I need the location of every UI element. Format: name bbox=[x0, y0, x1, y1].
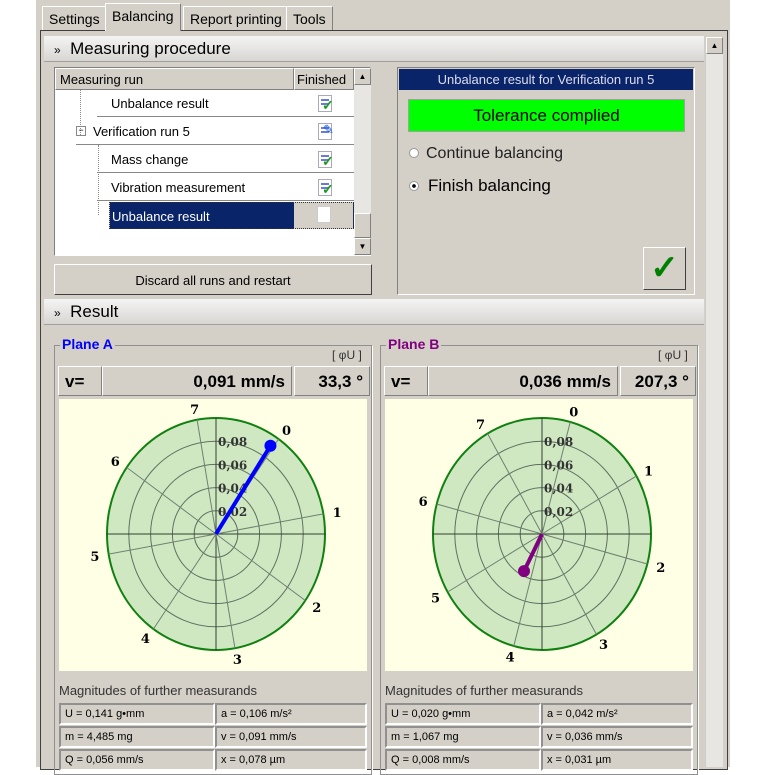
tab-balancing[interactable]: Balancing bbox=[105, 3, 181, 31]
sector-label: 3 bbox=[233, 653, 242, 668]
panel-title: Unbalance result for Verification run 5 bbox=[399, 69, 693, 90]
tolerance-status-badge: Tolerance complied bbox=[408, 99, 685, 132]
tree-item[interactable]: Unbalance result ✓ bbox=[97, 90, 354, 117]
result-header[interactable]: » Result bbox=[44, 299, 704, 325]
unit-label: [ φU ] bbox=[658, 348, 688, 362]
angle-value: 33,3 ° bbox=[294, 366, 370, 396]
tab-tools[interactable]: Tools bbox=[286, 6, 333, 30]
v-label: v= bbox=[58, 366, 102, 396]
measurand-value: U = 0,020 g•mm bbox=[385, 703, 541, 725]
sector-label: 5 bbox=[90, 550, 99, 565]
vector-point bbox=[518, 565, 531, 578]
radio-checked-icon[interactable] bbox=[409, 181, 419, 191]
tab-settings[interactable]: Settings bbox=[42, 6, 107, 30]
collapse-icon[interactable]: » bbox=[54, 306, 61, 320]
measurand-value: Q = 0,056 mm/s bbox=[59, 749, 215, 771]
scroll-up-icon[interactable]: ▲ bbox=[354, 68, 371, 85]
radial-tick-label: 0,04 bbox=[544, 482, 573, 496]
radial-tick-label: 0,02 bbox=[544, 505, 573, 519]
vector-point bbox=[264, 439, 277, 452]
plane-title: Plane B bbox=[386, 336, 442, 352]
sector-label: 4 bbox=[141, 632, 150, 647]
measurand-value: v = 0,091 mm/s bbox=[215, 726, 367, 748]
sector-label: 0 bbox=[569, 405, 578, 420]
sector-label: 6 bbox=[419, 495, 428, 510]
sector-label: 6 bbox=[111, 455, 120, 470]
sector-label: 2 bbox=[656, 561, 665, 576]
sector-label: 4 bbox=[506, 651, 515, 666]
sector-label: 1 bbox=[644, 465, 653, 480]
column-header-measuring-run[interactable]: Measuring run bbox=[55, 68, 294, 90]
measurand-value: Q = 0,008 mm/s bbox=[385, 749, 541, 771]
done-icon: ✓ bbox=[318, 179, 334, 197]
sector-label: 1 bbox=[333, 506, 342, 521]
main-scrollbar[interactable]: ▲ bbox=[705, 37, 723, 767]
tree-item-selected[interactable]: Unbalance result bbox=[109, 202, 354, 229]
sector-label: 7 bbox=[190, 403, 199, 418]
radial-tick-label: 0,06 bbox=[218, 458, 247, 472]
finish-balancing-radio[interactable]: Finish balancing bbox=[409, 176, 551, 196]
section-title: Measuring procedure bbox=[70, 39, 231, 58]
velocity-value: 0,036 mm/s bbox=[428, 366, 618, 396]
tree-scrollbar[interactable]: ▲ ▼ bbox=[354, 68, 371, 255]
scroll-thumb[interactable] bbox=[354, 213, 371, 238]
polar-chart: 0 1 2 3 4 5 6 7 0,02 0,04 0,06 0,08 bbox=[385, 399, 693, 671]
radial-tick-label: 0,08 bbox=[544, 435, 573, 449]
angle-value: 207,3 ° bbox=[620, 366, 696, 396]
unit-label: [ φU ] bbox=[332, 348, 362, 362]
measurand-value: v = 0,036 mm/s bbox=[541, 726, 693, 748]
scroll-down-icon[interactable]: ▼ bbox=[354, 238, 371, 255]
tree-item[interactable]: Vibration measurement ✓ bbox=[97, 174, 354, 201]
done-icon: ✓ bbox=[318, 95, 334, 113]
measurand-value: m = 1,067 mg bbox=[385, 726, 541, 748]
done-icon: ✓ bbox=[318, 151, 334, 169]
velocity-value: 0,091 mm/s bbox=[102, 366, 292, 396]
confirm-button[interactable]: ✓ bbox=[643, 247, 686, 290]
collapse-node-icon[interactable]: − bbox=[76, 126, 86, 136]
measuring-procedure-header[interactable]: » Measuring procedure bbox=[44, 36, 704, 62]
sector-label: 5 bbox=[431, 592, 440, 607]
v-label: v= bbox=[384, 366, 428, 396]
plane-title: Plane A bbox=[60, 336, 115, 352]
measurands-title: Magnitudes of further measurands bbox=[59, 683, 257, 698]
column-header-finished[interactable]: Finished bbox=[294, 68, 354, 90]
section-title: Result bbox=[70, 302, 119, 321]
measurand-value: U = 0,141 g•mm bbox=[59, 703, 215, 725]
scroll-up-icon[interactable]: ▲ bbox=[706, 37, 723, 54]
empty-doc-icon bbox=[317, 206, 331, 223]
sector-label: 7 bbox=[476, 418, 485, 433]
tree-item[interactable]: Mass change ✓ bbox=[97, 146, 354, 173]
radio-unchecked-icon[interactable] bbox=[409, 148, 419, 158]
measurand-value: a = 0,042 m/s² bbox=[541, 703, 693, 725]
sector-label: 3 bbox=[599, 638, 608, 653]
measurand-value: a = 0,106 m/s² bbox=[215, 703, 367, 725]
radial-tick-label: 0,06 bbox=[544, 458, 573, 472]
tree-item[interactable]: − Verification run 5 ✎ bbox=[76, 118, 354, 145]
measurands-title: Magnitudes of further measurands bbox=[385, 683, 583, 698]
measurand-value: x = 0,031 µm bbox=[541, 749, 693, 771]
radial-tick-label: 0,08 bbox=[218, 435, 247, 449]
sector-label: 0 bbox=[282, 424, 291, 439]
sector-label: 2 bbox=[312, 601, 321, 616]
continue-balancing-radio[interactable]: Continue balancing bbox=[409, 145, 563, 163]
measurand-value: x = 0,078 µm bbox=[215, 749, 367, 771]
in-progress-icon: ✎ bbox=[318, 122, 334, 140]
tab-report-printing[interactable]: Report printing bbox=[183, 6, 289, 30]
measurand-value: m = 4,485 mg bbox=[59, 726, 215, 748]
collapse-icon[interactable]: » bbox=[54, 43, 61, 57]
polar-chart: 012345670,020,040,060,08 bbox=[59, 399, 367, 671]
checkmark-icon: ✓ bbox=[650, 249, 679, 287]
discard-all-runs-button[interactable]: Discard all runs and restart bbox=[54, 264, 372, 295]
